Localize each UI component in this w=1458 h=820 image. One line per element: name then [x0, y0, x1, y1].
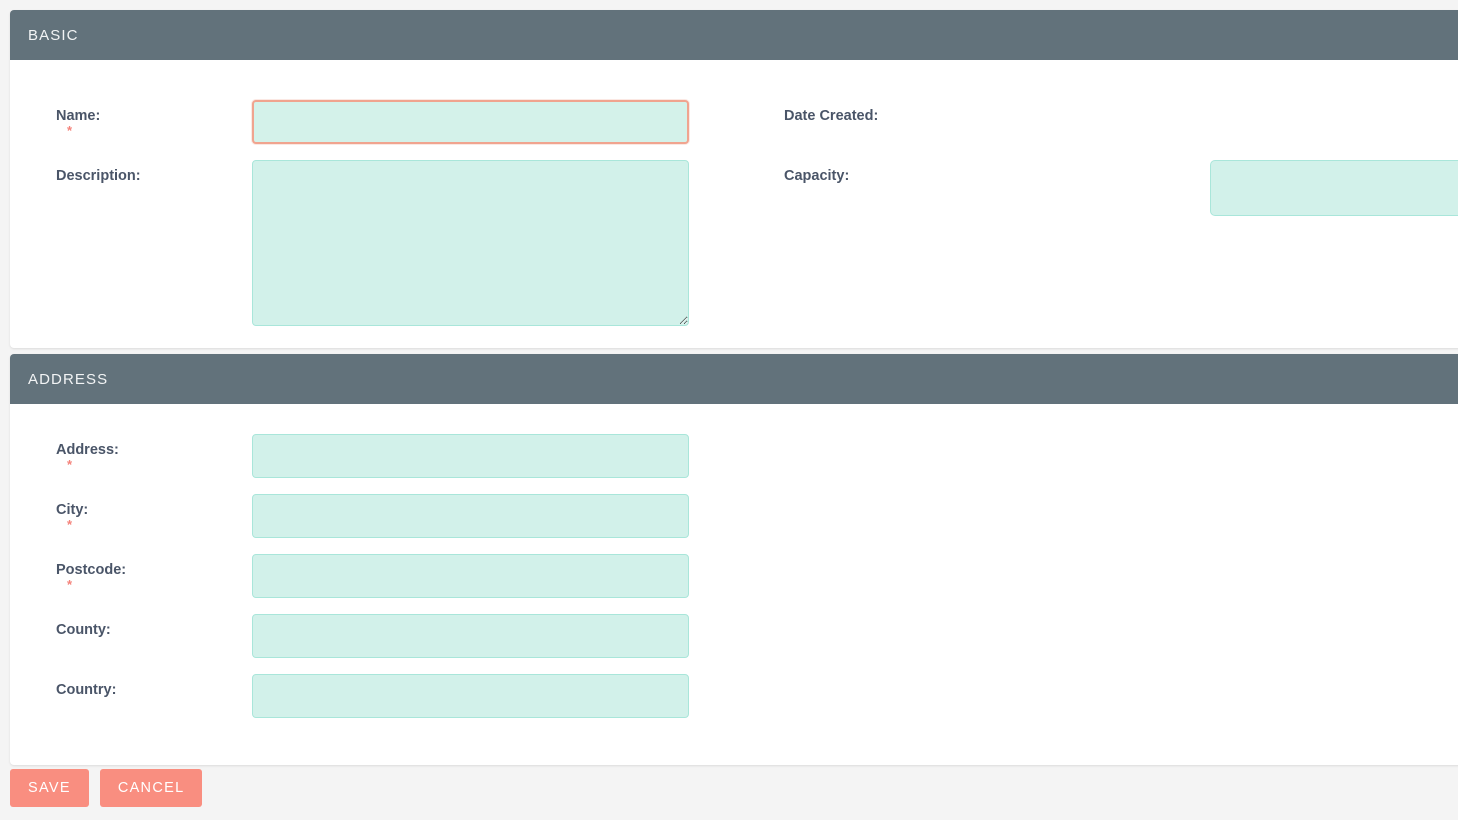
field-label-postcode-text: Postcode: — [56, 562, 127, 578]
field-label-capacity-text: Capacity: — [784, 168, 850, 184]
field-row-date-created: Date Created: — [748, 100, 980, 124]
field-label-date-created-text: Date Created: — [784, 108, 879, 124]
panel-basic: BASIC Name: * Date Created: Description:… — [10, 10, 1458, 348]
field-row-country: Country: — [20, 674, 689, 718]
field-row-city: City: * — [20, 494, 689, 538]
county-input[interactable] — [252, 614, 689, 658]
field-label-county: County: — [20, 614, 252, 638]
field-label-address-text: Address: — [56, 442, 119, 458]
address-input[interactable] — [252, 434, 689, 478]
field-label-address: Address: * — [20, 434, 252, 473]
country-input[interactable] — [252, 674, 689, 718]
field-label-city: City: * — [20, 494, 252, 533]
field-label-description: Description: — [20, 160, 252, 184]
panel-address-header: ADDRESS — [10, 354, 1458, 404]
description-textarea[interactable] — [252, 160, 689, 326]
field-label-postcode: Postcode: * — [20, 554, 252, 593]
field-row-address: Address: * — [20, 434, 689, 478]
field-label-country: Country: — [20, 674, 252, 698]
required-marker-city: * — [67, 517, 73, 533]
panel-basic-header: BASIC — [10, 10, 1458, 60]
field-row-capacity: Capacity: — [748, 160, 1458, 216]
field-label-name: Name: * — [20, 100, 252, 139]
form-actions: SAVE CANCEL — [10, 769, 203, 807]
postcode-input[interactable] — [252, 554, 689, 598]
panel-basic-title: BASIC — [28, 26, 79, 44]
required-marker-address: * — [67, 457, 73, 473]
field-row-name: Name: * — [20, 100, 689, 144]
city-input[interactable] — [252, 494, 689, 538]
cancel-button[interactable]: CANCEL — [99, 769, 203, 807]
capacity-input[interactable] — [1210, 160, 1458, 216]
field-label-description-text: Description: — [56, 168, 141, 184]
field-row-county: County: — [20, 614, 689, 658]
field-label-country-text: Country: — [56, 682, 117, 698]
field-label-date-created: Date Created: — [748, 100, 980, 124]
field-label-county-text: County: — [56, 622, 111, 638]
field-row-postcode: Postcode: * — [20, 554, 689, 598]
name-input[interactable] — [252, 100, 689, 144]
required-marker-postcode: * — [67, 577, 73, 593]
field-row-description: Description: — [20, 160, 689, 326]
panel-address: ADDRESS Address: * City: * Postcode: * C… — [10, 354, 1458, 765]
required-marker-name: * — [67, 123, 73, 139]
field-label-name-text: Name: — [56, 108, 101, 124]
form-page: BASIC Name: * Date Created: Description:… — [0, 0, 1458, 820]
field-label-city-text: City: — [56, 502, 89, 518]
save-button[interactable]: SAVE — [10, 769, 89, 807]
field-label-capacity: Capacity: — [748, 160, 980, 184]
panel-address-title: ADDRESS — [28, 370, 109, 388]
